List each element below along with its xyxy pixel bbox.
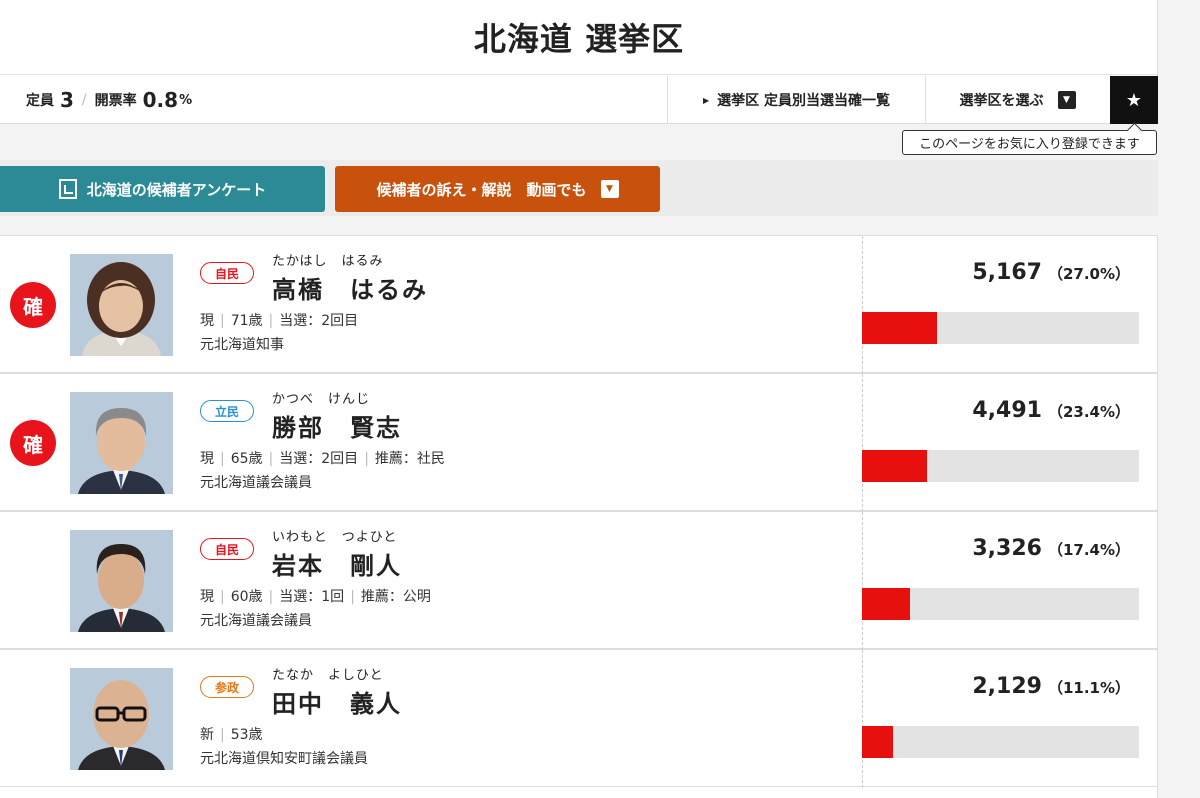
candidate-name-kana: たかはし はるみ bbox=[272, 254, 384, 269]
party-badge: 参政 bbox=[200, 676, 254, 698]
vote-count: 5,167 （27.0%） bbox=[972, 260, 1130, 285]
candidate-meta: 新 | 53歳 bbox=[200, 727, 263, 743]
candidate-name[interactable]: 田中 義人 bbox=[272, 684, 402, 719]
candidate-status: 新 bbox=[200, 727, 214, 743]
candidate-name-kana: いわもと つよひと bbox=[272, 530, 398, 545]
vote-percent: （11.1%） bbox=[1047, 679, 1130, 697]
divider bbox=[862, 650, 863, 788]
candidate-name-kana: たなか よしひと bbox=[272, 668, 384, 683]
party-badge: 自民 bbox=[200, 538, 254, 560]
counting-rate-label: 開票率 bbox=[94, 93, 137, 109]
vote-bar-track bbox=[862, 588, 1139, 620]
candidate-row[interactable]: 確 自民 たかはし はるみ 高橋 はるみ 現 | 71歳 | 当選：2回目 元北海道知事… bbox=[0, 235, 1158, 374]
candidate-meta: 現 | 65歳 | 当選：2回目 | 推薦：社民 bbox=[200, 451, 445, 467]
candidate-photo bbox=[70, 668, 173, 770]
divider bbox=[862, 512, 863, 650]
party-badge: 立民 bbox=[200, 400, 254, 422]
seats-label: 定員 bbox=[26, 93, 54, 109]
triangle-right-icon: ▶ bbox=[702, 95, 710, 105]
vote-number: 4,491 bbox=[972, 398, 1042, 423]
candidate-name[interactable]: 岩本 剛人 bbox=[272, 546, 402, 581]
candidate-age: 71歳 bbox=[230, 313, 263, 329]
candidate-term: 当選：2回目 bbox=[279, 451, 359, 467]
select-district-label: 選挙区を選ぶ bbox=[959, 93, 1044, 109]
candidate-status: 現 bbox=[200, 589, 214, 605]
book-icon bbox=[58, 179, 77, 199]
candidate-meta: 現 | 60歳 | 当選：1回 | 推薦：公明 bbox=[200, 589, 431, 605]
candidate-name[interactable]: 勝部 賢志 bbox=[272, 408, 402, 443]
favorite-button[interactable]: ★ bbox=[1110, 76, 1158, 124]
chevron-down-icon: ▼ bbox=[1057, 91, 1076, 109]
candidate-age: 53歳 bbox=[230, 727, 263, 743]
vote-bar-fill bbox=[862, 588, 911, 620]
candidate-name[interactable]: 高橋 はるみ bbox=[272, 270, 428, 305]
vote-bar-fill bbox=[862, 450, 927, 482]
candidate-career: 元北海道倶知安町議会議員 bbox=[200, 751, 368, 767]
vote-percent: （17.4%） bbox=[1047, 541, 1130, 559]
vote-number: 3,326 bbox=[972, 536, 1042, 561]
vote-count: 2,129 （11.1%） bbox=[972, 674, 1130, 699]
divider bbox=[862, 236, 863, 374]
candidate-name-kana: かつべ けんじ bbox=[272, 392, 371, 407]
candidate-row[interactable]: 自民 いわもと つよひと 岩本 剛人 現 | 60歳 | 当選：1回 | 推薦：公明 元北海… bbox=[0, 511, 1158, 650]
candidate-row[interactable]: 参政 たなか よしひと 田中 義人 新 | 53歳 元北海道倶知安町議会議員 2,1… bbox=[0, 649, 1158, 788]
stats-divider: / bbox=[81, 92, 87, 108]
candidate-photo bbox=[70, 392, 173, 494]
candidate-endorsement: 推薦：社民 bbox=[374, 451, 445, 467]
candidate-photo bbox=[70, 530, 173, 632]
vote-bar-fill bbox=[862, 726, 893, 758]
counting-rate-unit: % bbox=[179, 92, 193, 108]
counting-rate-value: 0.8 bbox=[142, 88, 179, 112]
vote-bar-fill bbox=[862, 312, 937, 344]
candidate-survey-label: 北海道の候補者アンケート bbox=[86, 180, 267, 199]
candidate-age: 60歳 bbox=[230, 589, 263, 605]
candidate-career: 元北海道議会議員 bbox=[200, 613, 312, 629]
candidate-status: 現 bbox=[200, 451, 214, 467]
winners-list-link[interactable]: ▶ 選挙区 定員別当選当確一覧 bbox=[667, 76, 925, 124]
candidate-survey-button[interactable]: 北海道の候補者アンケート bbox=[0, 166, 325, 212]
winners-list-label: 選挙区 定員別当選当確一覧 bbox=[717, 93, 891, 109]
candidate-list: 確 自民 たかはし はるみ 高橋 はるみ 現 | 71歳 | 当選：2回目 元北海道知事… bbox=[0, 235, 1158, 798]
vote-bar-track bbox=[862, 726, 1139, 758]
vote-count: 4,491 （23.4%） bbox=[972, 398, 1130, 423]
candidate-status: 現 bbox=[200, 313, 214, 329]
vote-count: 3,326 （17.4%） bbox=[972, 536, 1130, 561]
candidate-endorsement: 推薦：公明 bbox=[360, 589, 431, 605]
elected-badge: 確 bbox=[10, 420, 56, 466]
election-results-page: 北海道 選挙区 定員 3 / 開票率 0.8 % ▶ 選挙区 定員別当選当確一覧… bbox=[0, 0, 1200, 798]
candidate-career: 元北海道知事 bbox=[200, 337, 284, 353]
chevron-down-icon: ▼ bbox=[600, 180, 619, 198]
candidate-meta: 現 | 71歳 | 当選：2回目 bbox=[200, 313, 359, 329]
seats-value: 3 bbox=[60, 88, 74, 112]
vote-bar-track bbox=[862, 450, 1139, 482]
candidate-video-button[interactable]: 候補者の訴え・解説 動画でも ▼ bbox=[335, 166, 660, 212]
vote-bar-track bbox=[862, 312, 1139, 344]
elected-badge: 確 bbox=[10, 282, 56, 328]
candidate-term: 当選：1回 bbox=[279, 589, 345, 605]
party-badge: 自民 bbox=[200, 262, 254, 284]
star-icon: ★ bbox=[1125, 89, 1143, 111]
vote-percent: （27.0%） bbox=[1047, 265, 1130, 283]
vote-percent: （23.4%） bbox=[1047, 403, 1130, 421]
candidate-age: 65歳 bbox=[230, 451, 263, 467]
candidate-video-label: 候補者の訴え・解説 動画でも bbox=[376, 180, 587, 199]
candidate-career: 元北海道議会議員 bbox=[200, 475, 312, 491]
candidate-term: 当選：2回目 bbox=[279, 313, 359, 329]
header: 北海道 選挙区 定員 3 / 開票率 0.8 % ▶ 選挙区 定員別当選当確一覧… bbox=[0, 0, 1158, 124]
vote-number: 2,129 bbox=[972, 674, 1042, 699]
select-district-button[interactable]: 選挙区を選ぶ ▼ bbox=[925, 76, 1109, 124]
count-stats: 定員 3 / 開票率 0.8 % bbox=[0, 76, 192, 124]
candidate-photo bbox=[70, 254, 173, 356]
page-title: 北海道 選挙区 bbox=[0, 0, 1158, 75]
divider bbox=[862, 374, 863, 512]
candidate-row[interactable]: 確 立民 かつべ けんじ 勝部 賢志 現 | 65歳 | 当選：2回目 | 推薦：社民 元北… bbox=[0, 373, 1158, 512]
vote-number: 5,167 bbox=[972, 260, 1042, 285]
favorite-tooltip: このページをお気に入り登録できます bbox=[902, 130, 1157, 155]
